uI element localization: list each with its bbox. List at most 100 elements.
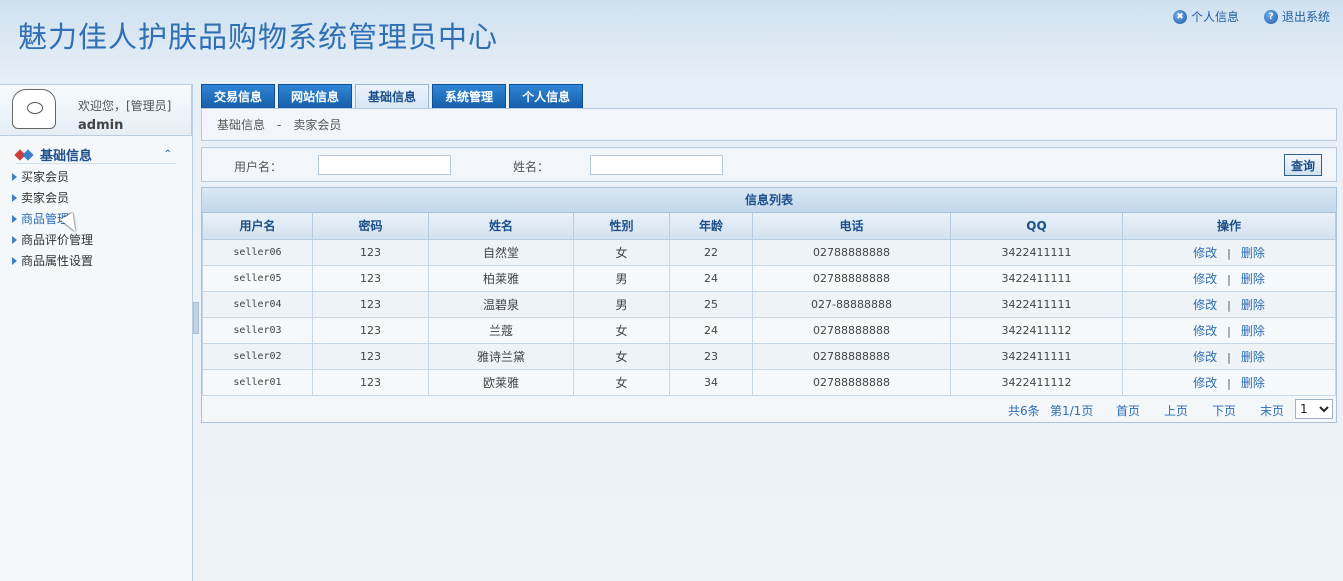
menu-section-title: 基础信息 [40,149,93,164]
logout-link-label: 退出系统 [1282,10,1331,24]
action-separator: | [1227,272,1231,286]
table-row: seller04 123 温碧泉 男 25 027-88888888 34224… [202,290,1336,318]
cell-age: 22 [669,238,753,266]
username-label: 用户名： [234,160,283,174]
cell-age: 25 [669,290,753,318]
name-input[interactable] [590,155,723,175]
delete-link[interactable]: 删除 [1241,376,1265,390]
edit-link[interactable]: 修改 [1193,246,1217,260]
cell-username: seller03 [202,316,313,344]
cell-actions: 修改 | 删除 [1122,316,1336,344]
category-icon [16,149,36,161]
cell-phone: 02788888888 [752,264,951,292]
avatar [12,89,56,129]
collapse-icon[interactable]: ⌃ [164,149,172,160]
table-header-row: 用户名 密码 姓名 性别 年龄 电话 QQ 操作 [202,213,1336,240]
cell-name: 雅诗兰黛 [428,342,574,370]
sidebar-item-sellers[interactable]: 卖家会员 [12,187,192,208]
cell-phone: 02788888888 [752,342,951,370]
sidebar-splitter[interactable] [193,302,199,334]
app-title: 魅力佳人护肤品购物系统管理员中心 [18,20,499,54]
sidebar-item-label: 商品评价管理 [21,233,94,247]
cell-password: 123 [312,368,429,396]
name-label: 姓名： [513,160,550,174]
table-row: seller05 123 柏莱雅 男 24 02788888888 342241… [202,264,1336,292]
first-page-link[interactable]: 首页 [1116,402,1140,419]
edit-link[interactable]: 修改 [1193,350,1217,364]
sidebar-item-buyers[interactable]: 买家会员 [12,166,192,187]
column-header: 操作 [1122,213,1336,240]
edit-link[interactable]: 修改 [1193,324,1217,338]
query-button[interactable]: 查询 [1284,154,1322,176]
list-panel: 信息列表 用户名 密码 姓名 性别 年龄 电话 QQ 操作 seller06 1… [201,187,1337,423]
cell-gender: 女 [573,368,670,396]
menu-section: 基础信息 ⌃ 买家会员 卖家会员 商品管理 商品评价管理 商品属性设置 [0,146,192,271]
last-page-link[interactable]: 末页 [1260,402,1284,419]
profile-link[interactable]: ✖ 个人信息 [1173,8,1239,25]
column-header: 性别 [573,213,670,240]
breadcrumb-section: 基础信息 [217,118,266,132]
cell-phone: 02788888888 [752,238,951,266]
tab-basic-info[interactable]: 基础信息 [355,84,430,108]
action-separator: | [1227,324,1231,338]
edit-link[interactable]: 修改 [1193,298,1217,312]
cell-age: 24 [669,264,753,292]
info-icon: ✖ [1173,9,1187,24]
logout-link[interactable]: ? 退出系统 [1264,8,1330,25]
cell-gender: 女 [573,316,670,344]
cell-gender: 男 [573,264,670,292]
cell-username: seller05 [202,264,313,292]
cell-password: 123 [312,238,429,266]
column-header: 密码 [312,213,429,240]
edit-link[interactable]: 修改 [1193,376,1217,390]
cell-qq: 3422411111 [950,264,1123,292]
sidebar: 欢迎您，[管理员] admin 基础信息 ⌃ 买家会员 卖家会员 商品管理 商品… [0,84,193,581]
cell-username: seller01 [202,368,313,396]
cell-qq: 3422411111 [950,238,1123,266]
table-row: seller01 123 欧莱雅 女 34 02788888888 342241… [202,368,1336,396]
tab-profile[interactable]: 个人信息 [509,84,584,108]
total-count: 共6条 [1008,403,1040,418]
arrow-icon [12,214,17,223]
cell-name: 自然堂 [428,238,574,266]
cell-name: 柏莱雅 [428,264,574,292]
username-input[interactable] [318,155,451,175]
delete-link[interactable]: 删除 [1241,324,1265,338]
header: 魅力佳人护肤品购物系统管理员中心 ✖ 个人信息 ? 退出系统 [0,0,1343,80]
cell-qq: 3422411111 [950,290,1123,318]
cell-gender: 男 [573,290,670,318]
cell-actions: 修改 | 删除 [1122,290,1336,318]
menu-section-header[interactable]: 基础信息 ⌃ [16,146,176,164]
cell-password: 123 [312,264,429,292]
arrow-icon [12,235,17,244]
cell-password: 123 [312,290,429,318]
profile-link-label: 个人信息 [1191,10,1240,24]
tab-bar: 交易信息 网站信息 基础信息 系统管理 个人信息 [201,84,584,108]
sidebar-item-attributes[interactable]: 商品属性设置 [12,250,192,271]
action-separator: | [1227,246,1231,260]
page-info: 第1/1页 [1050,403,1094,418]
arrow-icon [12,172,17,181]
delete-link[interactable]: 删除 [1241,246,1265,260]
tab-website[interactable]: 网站信息 [278,84,353,108]
cell-phone: 02788888888 [752,368,951,396]
prev-page-link[interactable]: 上页 [1164,402,1188,419]
page-select[interactable]: 1 [1295,398,1333,419]
sidebar-item-reviews[interactable]: 商品评价管理 [12,229,192,250]
action-separator: | [1227,298,1231,312]
table-row: seller02 123 雅诗兰黛 女 23 02788888888 34224… [202,342,1336,370]
welcome-text: 欢迎您，[管理员] [78,99,172,113]
sidebar-item-products[interactable]: 商品管理 [12,208,192,229]
cell-username: seller06 [202,238,313,266]
delete-link[interactable]: 删除 [1241,350,1265,364]
sidebar-item-label: 买家会员 [21,170,70,184]
delete-link[interactable]: 删除 [1241,272,1265,286]
tab-system[interactable]: 系统管理 [432,84,507,108]
sidebar-item-label: 卖家会员 [21,191,70,205]
arrow-icon [12,256,17,265]
edit-link[interactable]: 修改 [1193,272,1217,286]
column-header: 年龄 [669,213,753,240]
delete-link[interactable]: 删除 [1241,298,1265,312]
next-page-link[interactable]: 下页 [1212,402,1236,419]
tab-transactions[interactable]: 交易信息 [201,84,276,108]
